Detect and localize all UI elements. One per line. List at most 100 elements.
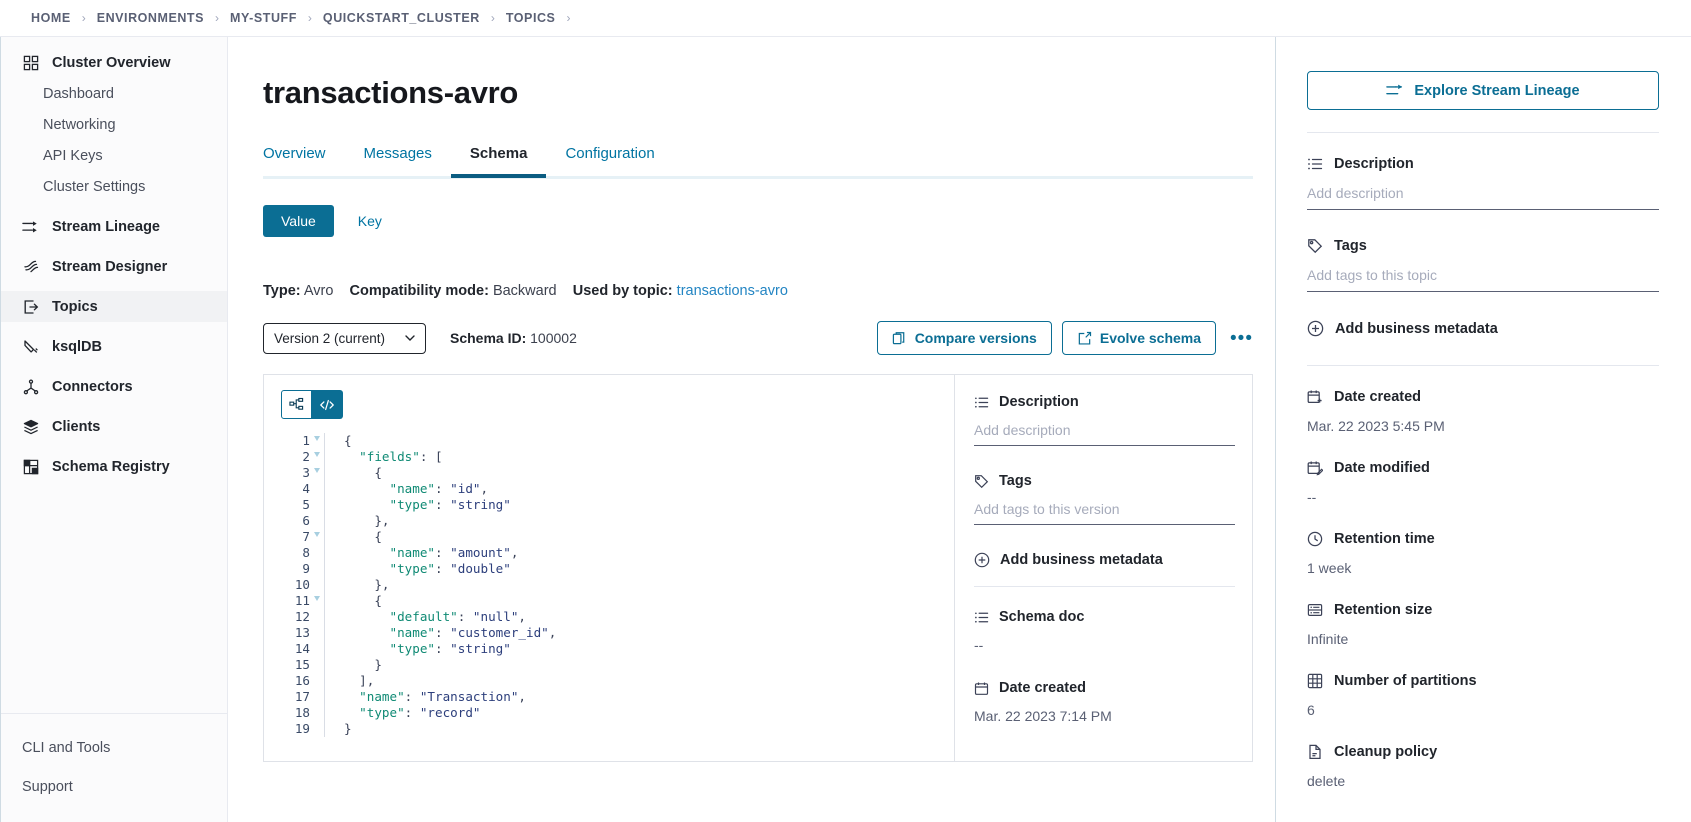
storage-icon bbox=[1307, 602, 1323, 618]
explore-stream-lineage-button[interactable]: Explore Stream Lineage bbox=[1307, 71, 1659, 110]
breadcrumb-item-topics[interactable]: TOPICS bbox=[506, 11, 556, 25]
code-editor[interactable]: 12345678910111213141516171819 { "fields"… bbox=[281, 433, 954, 737]
list-icon bbox=[974, 395, 989, 410]
breadcrumb-item-quickstart-cluster[interactable]: QUICKSTART_CLUSTER bbox=[323, 11, 480, 25]
schema-description-input[interactable]: Add description bbox=[974, 422, 1235, 446]
schema-add-business-metadata-button[interactable]: Add business metadata bbox=[974, 552, 1235, 568]
lineage-icon bbox=[1386, 83, 1404, 98]
sidebar-footer-support[interactable]: Support bbox=[1, 767, 227, 806]
schema-id: Schema ID: 100002 bbox=[450, 330, 577, 346]
property-retention-size-header: Retention size bbox=[1307, 602, 1659, 618]
line-number: 1 bbox=[281, 433, 310, 449]
property-date-created-value: Mar. 22 2023 5:45 PM bbox=[1307, 418, 1659, 434]
compare-versions-button[interactable]: Compare versions bbox=[877, 321, 1052, 355]
tab-overview[interactable]: Overview bbox=[263, 145, 345, 176]
tag-icon bbox=[974, 474, 989, 489]
line-number: 9 bbox=[281, 561, 310, 577]
breadcrumb-item-my-stuff[interactable]: MY-STUFF bbox=[230, 11, 297, 25]
code-line: }, bbox=[344, 513, 556, 529]
sidebar-item-cluster-overview[interactable]: Cluster Overview bbox=[1, 47, 227, 78]
sidebar-group: ksqlDB bbox=[1, 331, 227, 362]
evolve-schema-button[interactable]: Evolve schema bbox=[1062, 321, 1216, 355]
line-number: 11 bbox=[281, 593, 310, 609]
line-number: 3 bbox=[281, 465, 310, 481]
sidebar-group: Schema Registry bbox=[1, 451, 227, 482]
line-number: 16 bbox=[281, 673, 310, 689]
schema-id-label: Schema ID: bbox=[450, 330, 526, 346]
sidebar-item-connectors[interactable]: Connectors bbox=[1, 371, 227, 402]
code-line: } bbox=[344, 721, 556, 737]
version-select-value: Version 2 (current) bbox=[274, 331, 385, 346]
code-line: ], bbox=[344, 673, 556, 689]
sidebar-group: Stream Lineage bbox=[1, 211, 227, 242]
code-line: "type": "string" bbox=[344, 497, 556, 513]
sidebar-item-schema-registry[interactable]: Schema Registry bbox=[1, 451, 227, 482]
schema-id-value: 100002 bbox=[530, 330, 577, 346]
right-add-business-metadata-button[interactable]: Add business metadata bbox=[1307, 320, 1659, 337]
tree-view-button[interactable] bbox=[281, 390, 312, 419]
sidebar-subitem-cluster-settings[interactable]: Cluster Settings bbox=[1, 171, 227, 202]
sidebar-item-ksqldb[interactable]: ksqlDB bbox=[1, 331, 227, 362]
fold-triangle-icon[interactable] bbox=[314, 468, 320, 473]
tab-messages[interactable]: Messages bbox=[345, 145, 451, 176]
fold-triangle-icon[interactable] bbox=[314, 436, 320, 441]
topics-icon bbox=[22, 298, 39, 315]
property-date-modified-label: Date modified bbox=[1334, 460, 1430, 476]
version-select[interactable]: Version 2 (current) bbox=[263, 323, 426, 354]
schema-description-header: Description bbox=[974, 394, 1235, 410]
list-icon bbox=[974, 610, 989, 625]
fold-triangle-icon[interactable] bbox=[314, 596, 320, 601]
tab-configuration[interactable]: Configuration bbox=[546, 145, 673, 176]
breadcrumb-item-environments[interactable]: ENVIRONMENTS bbox=[97, 11, 204, 25]
sidebar-item-stream-designer[interactable]: Stream Designer bbox=[1, 251, 227, 282]
schema-panel: 12345678910111213141516171819 { "fields"… bbox=[263, 374, 1253, 762]
more-options-icon[interactable]: ••• bbox=[1230, 329, 1253, 348]
designer-icon bbox=[22, 258, 39, 275]
segment-key-button[interactable]: Key bbox=[340, 205, 400, 237]
line-number: 15 bbox=[281, 657, 310, 673]
tab-schema[interactable]: Schema bbox=[451, 145, 547, 176]
sidebar-subitem-api-keys[interactable]: API Keys bbox=[1, 140, 227, 171]
sidebar-footer: CLI and ToolsSupport bbox=[1, 713, 227, 822]
sidebar-subitem-dashboard[interactable]: Dashboard bbox=[1, 78, 227, 109]
code-line: { bbox=[344, 529, 556, 545]
used-by-topic-link[interactable]: transactions-avro bbox=[677, 283, 788, 299]
code-line: { bbox=[344, 593, 556, 609]
code-view-button[interactable] bbox=[312, 390, 343, 419]
right-tags-input[interactable]: Add tags to this topic bbox=[1307, 267, 1659, 292]
body-container: Cluster OverviewDashboardNetworkingAPI K… bbox=[0, 37, 1691, 822]
sidebar-subitem-networking[interactable]: Networking bbox=[1, 109, 227, 140]
right-tags-label: Tags bbox=[1334, 238, 1367, 254]
explore-stream-lineage-label: Explore Stream Lineage bbox=[1414, 83, 1579, 99]
fold-triangle-icon[interactable] bbox=[314, 452, 320, 457]
line-number: 14 bbox=[281, 641, 310, 657]
right-description-input[interactable]: Add description bbox=[1307, 185, 1659, 210]
sidebar-item-label: Connectors bbox=[52, 379, 133, 395]
schema-date-created-value: Mar. 22 2023 7:14 PM bbox=[974, 708, 1235, 724]
sidebar-footer-cli-and-tools[interactable]: CLI and Tools bbox=[1, 728, 227, 767]
segment-value-button[interactable]: Value bbox=[263, 205, 334, 237]
code-line: "default": "null", bbox=[344, 609, 556, 625]
lineage-icon bbox=[22, 218, 39, 235]
code-line: "type": "record" bbox=[344, 705, 556, 721]
partitions-icon bbox=[1307, 673, 1323, 689]
code-pane: 12345678910111213141516171819 { "fields"… bbox=[264, 375, 954, 761]
sidebar-item-label: ksqlDB bbox=[52, 339, 102, 355]
sidebar-item-clients[interactable]: Clients bbox=[1, 411, 227, 442]
schema-date-created-header: Date created bbox=[974, 680, 1235, 696]
sidebar-item-stream-lineage[interactable]: Stream Lineage bbox=[1, 211, 227, 242]
line-number: 19 bbox=[281, 721, 310, 737]
breadcrumb-separator: › bbox=[82, 11, 86, 25]
schema-tags-input[interactable]: Add tags to this version bbox=[974, 501, 1235, 525]
code-line: "name": "id", bbox=[344, 481, 556, 497]
breadcrumb-item-home[interactable]: HOME bbox=[31, 11, 71, 25]
fold-triangle-icon[interactable] bbox=[314, 532, 320, 537]
schema-side-pane: Description Add description Tags bbox=[954, 375, 1252, 761]
sidebar-nav: Cluster OverviewDashboardNetworkingAPI K… bbox=[1, 47, 227, 713]
chevron-down-icon bbox=[405, 335, 415, 342]
line-number: 4 bbox=[281, 481, 310, 497]
file-icon bbox=[1307, 744, 1323, 760]
tab-bar: OverviewMessagesSchemaConfiguration bbox=[263, 145, 1275, 176]
sidebar-item-topics[interactable]: Topics bbox=[1, 291, 227, 322]
code-line: "type": "double" bbox=[344, 561, 556, 577]
